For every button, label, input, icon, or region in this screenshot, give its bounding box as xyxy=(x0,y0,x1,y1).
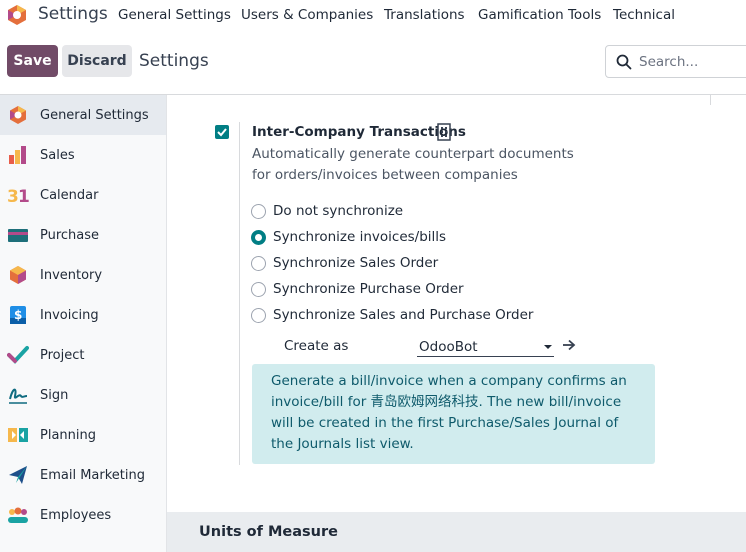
sidebar-item-label: Project xyxy=(40,347,85,363)
inter-company-checkbox[interactable] xyxy=(215,125,229,139)
sidebar-item-label: Employees xyxy=(40,507,112,523)
discard-button[interactable]: Discard xyxy=(62,45,132,77)
invoicing-icon: $ xyxy=(10,306,26,324)
sidebar-item-label: Purchase xyxy=(40,227,100,243)
radio-label: Synchronize Sales Order xyxy=(273,255,439,271)
app-title[interactable]: Settings xyxy=(38,4,108,24)
sidebar-item-label: Invoicing xyxy=(40,307,99,323)
sidebar-item-label: Inventory xyxy=(40,267,103,283)
arrow-right-icon[interactable] xyxy=(562,339,576,351)
project-icon xyxy=(7,346,29,364)
menu-gamification-tools[interactable]: Gamification Tools xyxy=(478,7,601,23)
odoo-settings-logo-icon[interactable] xyxy=(6,4,28,26)
section-title: Units of Measure xyxy=(199,524,338,540)
radio-synchronize-purchase-order[interactable]: Synchronize Purchase Order xyxy=(251,279,464,299)
save-button[interactable]: Save xyxy=(7,45,58,77)
setting-title: Inter-Company Transactions xyxy=(252,124,466,140)
section-header: Units of Measure xyxy=(167,512,746,552)
sales-icon xyxy=(9,146,26,164)
setting-divider xyxy=(239,122,240,465)
sidebar-item-label: Calendar xyxy=(40,187,99,203)
settings-main: Inter-Company Transactions Automatically… xyxy=(167,95,746,552)
search-icon xyxy=(616,54,632,70)
sidebar-item-sales[interactable]: Sales xyxy=(0,135,166,175)
radio-label: Synchronize invoices/bills xyxy=(273,229,447,245)
menu-translations[interactable]: Translations xyxy=(384,7,465,23)
setting-description: Automatically generate counterpart docum… xyxy=(252,146,574,183)
sidebar-item-label: Sales xyxy=(40,147,75,163)
menu-technical[interactable]: Technical xyxy=(613,7,675,23)
inventory-icon xyxy=(10,266,26,284)
divider xyxy=(710,95,711,105)
search-placeholder: Search... xyxy=(639,54,699,70)
radio-label: Synchronize Sales and Purchase Order xyxy=(273,307,534,323)
email-marketing-icon xyxy=(9,466,27,484)
calendar-icon: 3 1 xyxy=(7,187,29,206)
sidebar-item-label: Email Marketing xyxy=(40,467,145,483)
sidebar-item-label: Planning xyxy=(40,427,96,443)
building-icon xyxy=(437,123,451,141)
sidebar-item-invoicing[interactable]: $ Invoicing xyxy=(0,295,166,335)
search-input[interactable]: Search... xyxy=(605,45,746,78)
radio-button[interactable] xyxy=(251,307,266,323)
menu-general-settings[interactable]: General Settings xyxy=(118,7,231,23)
radio-synchronize-invoices-bills[interactable]: Synchronize invoices/bills xyxy=(251,227,446,247)
svg-text:1: 1 xyxy=(18,187,29,206)
radio-label: Do not synchronize xyxy=(273,203,404,219)
general-settings-icon xyxy=(10,106,26,124)
radio-button[interactable] xyxy=(251,281,266,297)
purchase-icon xyxy=(8,229,28,242)
create-as-value: OdooBot xyxy=(419,339,478,355)
sidebar-item-label: Sign xyxy=(40,387,69,403)
sidebar-item-calendar[interactable]: 3 1 Calendar xyxy=(0,175,166,215)
settings-sidebar: General Settings Sales 3 1 Calendar Purc… xyxy=(0,95,167,552)
radio-button[interactable] xyxy=(251,255,266,271)
sign-icon xyxy=(9,388,28,404)
sidebar-item-sign[interactable]: Sign xyxy=(0,375,166,415)
control-panel: Save Discard Settings Search... xyxy=(0,31,746,95)
info-alert: Generate a bill/invoice when a company c… xyxy=(252,364,655,464)
sidebar-item-planning[interactable]: Planning xyxy=(0,415,166,455)
sidebar-item-general-settings[interactable]: General Settings xyxy=(0,95,166,135)
create-as-select[interactable]: OdooBot xyxy=(417,335,554,357)
radio-synchronize-sales-and-purchase-order[interactable]: Synchronize Sales and Purchase Order xyxy=(251,305,533,325)
radio-do-not-synchronize[interactable]: Do not synchronize xyxy=(251,201,403,221)
radio-label: Synchronize Purchase Order xyxy=(273,281,464,297)
planning-icon xyxy=(8,428,28,442)
radio-button-selected[interactable] xyxy=(251,229,266,245)
breadcrumb: Settings xyxy=(139,51,209,71)
radio-button[interactable] xyxy=(251,203,266,219)
sidebar-item-project[interactable]: Project xyxy=(0,335,166,375)
sidebar-item-label: General Settings xyxy=(40,107,149,123)
radio-synchronize-sales-order[interactable]: Synchronize Sales Order xyxy=(251,253,438,273)
sidebar-item-purchase[interactable]: Purchase xyxy=(0,215,166,255)
sidebar-item-inventory[interactable]: Inventory xyxy=(0,255,166,295)
employees-icon xyxy=(8,507,28,523)
svg-text:$: $ xyxy=(14,308,22,322)
chevron-down-icon xyxy=(544,345,552,349)
top-navbar: Settings General Settings Users & Compan… xyxy=(0,0,746,31)
create-as-label: Create as xyxy=(284,338,349,354)
check-icon xyxy=(217,128,227,137)
sidebar-item-employees[interactable]: Employees xyxy=(0,495,166,535)
menu-users-companies[interactable]: Users & Companies xyxy=(241,7,373,23)
sidebar-item-email-marketing[interactable]: Email Marketing xyxy=(0,455,166,495)
